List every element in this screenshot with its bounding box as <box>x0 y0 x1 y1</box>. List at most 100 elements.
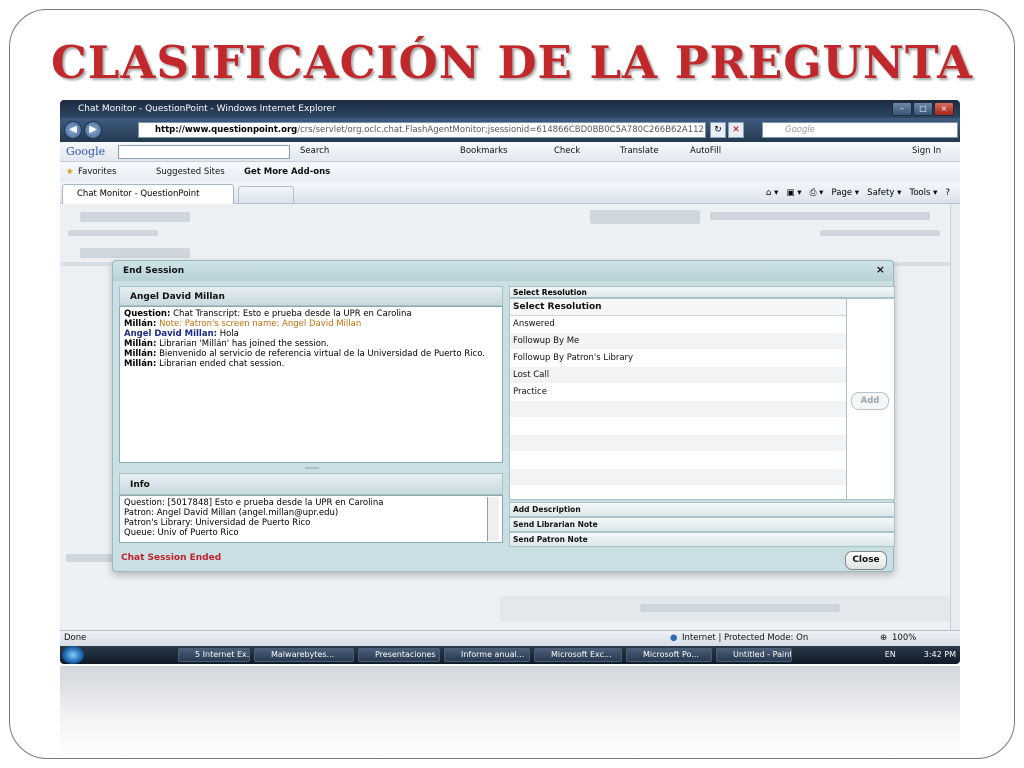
help-icon[interactable]: ? <box>945 188 950 198</box>
transcript-line: Millán: Bienvenido al servicio de refere… <box>124 349 498 359</box>
transcript-text: Hola <box>217 329 239 339</box>
patron-name-header: Angel David Millan <box>119 286 503 306</box>
print-icon[interactable]: ⎙ ▾ <box>810 188 824 198</box>
taskbar-button[interactable]: Presentaciones <box>358 648 440 662</box>
start-orb-icon[interactable] <box>62 646 84 664</box>
transcript-line: Angel David Millan: Hola <box>124 329 498 339</box>
home-icon[interactable]: ⌂ ▾ <box>766 188 778 198</box>
tools-menu[interactable]: Tools <box>909 188 930 198</box>
taskbar-button[interactable]: Malwarebytes... <box>254 648 354 662</box>
stop-icon[interactable]: ✕ <box>728 122 744 138</box>
transcript-speaker: Millán: <box>124 359 157 369</box>
suggested-sites-link[interactable]: Suggested Sites <box>156 162 225 182</box>
browser-search-input[interactable]: Google <box>762 122 958 138</box>
resolution-empty-row <box>510 452 846 469</box>
resolution-option[interactable]: Answered <box>510 316 846 333</box>
zoom-level[interactable]: 100% <box>892 631 916 646</box>
forward-icon[interactable]: ▶ <box>84 121 102 139</box>
tab-bar: Chat Monitor - QuestionPoint ⌂ ▾ ▣ ▾ ⎙ ▾… <box>60 182 960 204</box>
url-path: /crs/servlet/org.oclc.chat.FlashAgentMon… <box>297 125 705 135</box>
language-indicator[interactable]: EN <box>885 650 896 659</box>
info-box[interactable]: Question: [5017848] Esto e prueba desde … <box>119 495 503 543</box>
splitter-handle[interactable] <box>305 467 319 469</box>
translate-button[interactable]: Translate <box>620 142 659 161</box>
taskbar: 5 Internet Ex... Malwarebytes... Presentac… <box>60 646 960 664</box>
autofill-button[interactable]: AutoFill <box>690 142 721 161</box>
page-menu[interactable]: Page <box>832 188 853 198</box>
slide: CLASIFICACIÓN DE LA PREGUNTA Chat Monito… <box>0 0 1024 768</box>
add-description-section[interactable]: Add Description <box>509 502 895 517</box>
dialog-title: End Session <box>113 261 893 281</box>
signin-button[interactable]: Sign In <box>912 142 941 161</box>
resolution-empty-row <box>510 401 846 418</box>
blurred-links <box>710 212 930 220</box>
taskbar-button[interactable]: Untitled - Paint <box>716 648 792 662</box>
info-header: Info <box>119 473 503 495</box>
taskbar-button[interactable]: Informe anual... <box>444 648 530 662</box>
session-status: Chat Session Ended <box>121 553 222 563</box>
taskbar-button[interactable]: Microsoft Po... <box>626 648 712 662</box>
taskbar-button[interactable]: 5 Internet Ex... <box>178 648 250 662</box>
google-toolbar: Google Search Bookmarks Check Translate … <box>60 142 960 162</box>
check-button[interactable]: Check <box>554 142 580 161</box>
dialog-close-icon[interactable]: × <box>876 263 885 276</box>
browser-screenshot: Chat Monitor - QuestionPoint - Windows I… <box>60 100 960 664</box>
addons-link[interactable]: Get More Add-ons <box>244 162 330 182</box>
blurred-logo <box>80 212 190 222</box>
transcript-speaker: Angel David Millan: <box>124 329 218 339</box>
transcript-text: Note: Patron's screen name: Angel David … <box>156 319 362 329</box>
favorites-button[interactable]: Favorites <box>78 162 116 182</box>
transcript-speaker: Millán: <box>124 339 157 349</box>
security-zone[interactable]: Internet | Protected Mode: On <box>682 631 808 646</box>
command-bar: ⌂ ▾ ▣ ▾ ⎙ ▾ Page ▾ Safety ▾ Tools ▾ ? <box>766 188 950 198</box>
transcript-line: Millán: Librarian ended chat session. <box>124 359 498 369</box>
feeds-icon[interactable]: ▣ ▾ <box>787 188 802 198</box>
transcript-box[interactable]: Question: Chat Transcript: Esto e prueba… <box>119 306 503 463</box>
blurred-buttons <box>640 604 840 612</box>
info-line: Patron's Library: Universidad de Puerto … <box>124 518 311 528</box>
back-icon[interactable]: ◀ <box>64 121 82 139</box>
new-tab-button[interactable] <box>238 186 294 204</box>
maximize-icon[interactable]: □ <box>913 102 933 116</box>
favorites-bar: ★ Favorites Suggested Sites Get More Add… <box>60 162 960 182</box>
resolution-empty-row <box>510 435 846 452</box>
transcript-text: Bienvenido al servicio de referencia vir… <box>156 349 485 359</box>
page-scrollbar[interactable] <box>950 204 960 634</box>
transcript-text: Librarian ended chat session. <box>156 359 285 369</box>
send-librarian-note-section[interactable]: Send Librarian Note <box>509 517 895 532</box>
system-tray: EN 3:42 PM <box>810 646 960 664</box>
transcript-speaker: Millán: <box>124 319 157 329</box>
add-button[interactable]: Add <box>851 392 889 410</box>
address-toolbar: ◀ ▶ http://www.questionpoint.org/crs/ser… <box>60 118 960 142</box>
transcript-line: Question: Chat Transcript: Esto e prueba… <box>124 309 498 319</box>
minimize-icon[interactable]: – <box>892 102 912 116</box>
window-title: Chat Monitor - QuestionPoint - Windows I… <box>60 100 960 118</box>
blurred-field <box>590 210 700 224</box>
safety-menu[interactable]: Safety <box>867 188 894 198</box>
info-line: Question: [5017848] Esto e prueba desde … <box>124 498 384 508</box>
resolution-option[interactable]: Lost Call <box>510 367 846 384</box>
resolution-option[interactable]: Followup By Me <box>510 333 846 350</box>
refresh-icon[interactable]: ↻ <box>710 122 726 138</box>
info-line: Patron: Angel David Millan (angel.millan… <box>124 508 339 518</box>
globe-icon: ● <box>670 633 678 643</box>
resolution-option[interactable]: Followup By Patron's Library <box>510 350 846 367</box>
google-search-button[interactable]: Search <box>300 142 329 161</box>
transcript-text: Librarian 'Millán' has joined the sessio… <box>156 339 330 349</box>
taskbar-button[interactable]: Microsoft Exc... <box>534 648 622 662</box>
resolution-option[interactable]: Practice <box>510 384 846 401</box>
tab-chat-monitor[interactable]: Chat Monitor - QuestionPoint <box>62 184 234 204</box>
clock[interactable]: 3:42 PM <box>924 650 956 659</box>
url-host: http://www.questionpoint.org <box>155 125 298 135</box>
bookmarks-button[interactable]: Bookmarks <box>460 142 508 161</box>
blurred-text <box>68 230 158 236</box>
info-scrollbar[interactable] <box>487 497 499 541</box>
zoom-icon: ⊕ <box>880 633 888 643</box>
resolution-list[interactable]: Select Resolution Answered Followup By Me… <box>509 298 847 500</box>
url-field[interactable]: http://www.questionpoint.org/crs/servlet… <box>138 122 706 138</box>
send-patron-note-section[interactable]: Send Patron Note <box>509 532 895 547</box>
close-window-icon[interactable]: × <box>934 102 954 116</box>
end-session-dialog: End Session × Angel David Millan Questio… <box>112 260 895 572</box>
google-search-input[interactable] <box>118 145 290 159</box>
close-button[interactable]: Close <box>845 551 887 570</box>
